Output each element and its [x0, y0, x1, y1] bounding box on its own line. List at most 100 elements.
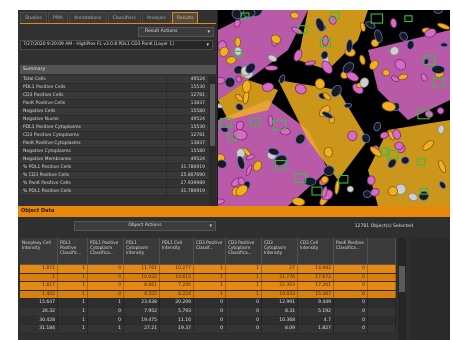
- result-actions-dropdown[interactable]: Result Actions ▾: [138, 27, 214, 37]
- table-cell: 0: [334, 325, 368, 333]
- summary-row[interactable]: Negative Membranes 49524: [20, 156, 208, 164]
- summary-row[interactable]: PanK Positive Cytoplasms 13837: [20, 140, 208, 148]
- summary-row[interactable]: Negative Cytoplasms 15580: [20, 148, 208, 156]
- scrollbar-thumb[interactable]: [210, 84, 215, 146]
- table-cell: 1.402: [20, 290, 58, 299]
- table-cell: 31.184: [20, 325, 58, 333]
- summary-key: CD3 Positive Cells: [23, 93, 64, 98]
- summary-row[interactable]: CD3 Positive Cytoplasms 12781: [20, 132, 208, 140]
- summary-row[interactable]: Negative Nuclei 49524: [20, 116, 208, 124]
- table-cell: 21.776: [262, 273, 298, 282]
- table-cell: 1: [58, 273, 88, 282]
- table-cell: 7.952: [124, 307, 160, 316]
- table-cell: [368, 307, 396, 316]
- table-header-row: Nonplexy Cell Intensity PDL1 Positive Cla…: [20, 238, 396, 265]
- table-cell: 0: [88, 316, 124, 325]
- table-cell: 1,871: [20, 265, 58, 273]
- selected-cell-box: [370, 13, 384, 24]
- column-header[interactable]: CD3 Positive Cytoplasm Classifica...: [226, 238, 262, 264]
- table-cell: 1: [226, 290, 262, 299]
- table-cell: 7.206: [160, 282, 194, 290]
- table-cell: 1: [58, 299, 88, 307]
- table-cell: 1: [88, 299, 124, 307]
- column-header[interactable]: CD3 Positive Classif...: [194, 238, 226, 264]
- result-file-value: 7/27/2020 9:20:09 AM - HighPlex FL v3.0.…: [23, 42, 174, 47]
- scrollbar-thumb[interactable]: [399, 266, 405, 292]
- table-cell: 0: [88, 307, 124, 316]
- summary-key: PanK Positive Cells: [23, 101, 66, 106]
- summary-value: 13837: [166, 100, 208, 107]
- column-header[interactable]: PanK Positive Classifica...: [334, 238, 368, 264]
- summary-value: 12781: [166, 132, 208, 139]
- tab-pma[interactable]: PMA: [48, 12, 68, 23]
- summary-row[interactable]: % CD3 Positive Cells 25.807690: [20, 172, 208, 180]
- table-cell: 8.09: [262, 325, 298, 333]
- tab-results[interactable]: Results: [171, 12, 199, 23]
- table-cell: 4.7: [298, 316, 334, 325]
- table-cell: 27: [262, 265, 298, 273]
- object-data-table[interactable]: Nonplexy Cell Intensity PDL1 Positive Cla…: [20, 238, 396, 340]
- summary-row[interactable]: % PDL1 Positive Cells 31.780919: [20, 188, 208, 196]
- column-header[interactable]: [368, 238, 396, 264]
- result-file-select[interactable]: 7/27/2020 9:20:09 AM - HighPlex FL v3.0.…: [20, 40, 213, 50]
- segmentation-image: [218, 10, 450, 206]
- cell: [431, 65, 446, 74]
- table-row-selected[interactable]: 1.402 1 0 9.355 8.224 1 1 19.033 15.387 0: [20, 290, 396, 300]
- selected-count: 12781 Object(s) Selected: [354, 224, 413, 229]
- tab-classifiers[interactable]: Classifiers: [107, 12, 141, 23]
- table-row-selected[interactable]: 1,871 1 0 11.761 10.277 1 1 27 14.982 0: [20, 265, 396, 274]
- column-header[interactable]: PDL1 Cell Intensity: [160, 238, 194, 264]
- cell: [365, 21, 376, 29]
- table-cell: 5.192: [298, 307, 334, 316]
- table-cell: 1.617: [20, 282, 58, 290]
- summary-scrollbar[interactable]: [209, 76, 216, 206]
- table-cell: 1: [226, 265, 262, 273]
- object-actions-dropdown[interactable]: Object Actions ▾: [74, 221, 216, 231]
- tab-annotations[interactable]: Annotations: [68, 12, 107, 23]
- table-cell: 20.209: [160, 299, 194, 307]
- summary-value: 27.939989: [166, 180, 208, 187]
- cell: [363, 190, 372, 198]
- column-header[interactable]: PDL1 Cytoplasm Intensity: [124, 238, 160, 264]
- object-data-header: Object Data: [18, 206, 450, 217]
- table-scrollbar[interactable]: [398, 238, 406, 340]
- summary-row[interactable]: CD3 Positive Cells 12781: [20, 92, 208, 100]
- summary-key: % CD3 Positive Cells: [23, 173, 70, 178]
- summary-row[interactable]: Negative Cells 15580: [20, 108, 208, 116]
- tissue-image-viewer[interactable]: [218, 10, 450, 206]
- cell: [264, 65, 279, 71]
- chevron-down-icon: ▾: [206, 42, 209, 48]
- tab-studies[interactable]: Studies: [20, 12, 48, 23]
- summary-row[interactable]: % PDL1 Positive Cells 31.780919: [20, 164, 208, 172]
- table-cell: 15.647: [20, 299, 58, 307]
- summary-key: Negative Membranes: [23, 157, 72, 162]
- cell: [343, 102, 353, 109]
- table-cell: 1: [194, 282, 226, 290]
- cell: [234, 36, 241, 48]
- table-cell: 10.368: [262, 316, 298, 325]
- table-row-selected[interactable]: 1.617 1 0 8.061 7.206 1 1 22.303 17.261 0: [20, 282, 396, 291]
- column-header[interactable]: PDL1 Positive Cytoplasm Classifica...: [88, 238, 124, 264]
- tab-analysis[interactable]: Analysis: [141, 12, 171, 23]
- column-header[interactable]: PDL1 Positive Classific...: [58, 238, 88, 264]
- summary-row[interactable]: PDL1 Positive Cells 15530: [20, 84, 208, 92]
- table-row[interactable]: 26.32 1 0 7.952 5.793 0 0 8.31 5.192 0: [20, 307, 396, 317]
- table-cell: 0: [334, 316, 368, 325]
- summary-row[interactable]: % PanK Positive Cells 27.939989: [20, 180, 208, 188]
- table-cell: 0: [334, 290, 368, 299]
- column-header[interactable]: CD3 Cytoplasm Intensity: [262, 238, 298, 264]
- table-cell: 19.37: [160, 325, 194, 333]
- cell: [291, 197, 306, 206]
- summary-row[interactable]: Total Cells 49524: [20, 76, 208, 84]
- summary-value: 49524: [166, 116, 208, 123]
- table-row[interactable]: 15.647 1 1 23.638 20.209 0 0 12.991 9.449 0: [20, 299, 396, 308]
- column-header[interactable]: Nonplexy Cell Intensity: [20, 238, 58, 264]
- summary-row[interactable]: PDL1 Positive Cytoplasms 15530: [20, 124, 208, 132]
- summary-row[interactable]: PanK Positive Cells 13837: [20, 100, 208, 108]
- table-row[interactable]: 31.184 1 1 27.21 19.37 0 0 8.09 1.827 0: [20, 325, 396, 334]
- column-header[interactable]: CD3 Cell Intensity: [298, 238, 334, 264]
- table-row-selected[interactable]: 1 1 0 10.032 14.615 1 1 21.776 17.672 0: [20, 273, 396, 283]
- table-cell: 1.827: [298, 325, 334, 333]
- table-row[interactable]: 30.428 1 0 19.475 11.16 0 0 10.368 4.7 0: [20, 316, 396, 326]
- table-cell: 23.638: [124, 299, 160, 307]
